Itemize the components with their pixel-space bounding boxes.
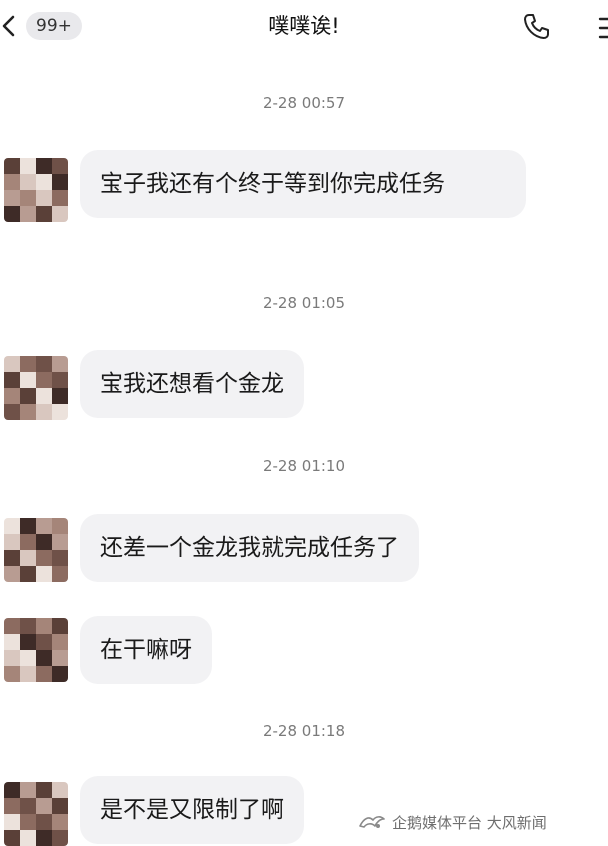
message-text: 还差一个金龙我就完成任务了: [100, 535, 399, 561]
menu-icon[interactable]: [595, 16, 608, 40]
message-bubble[interactable]: 是不是又限制了啊: [80, 776, 304, 844]
message-bubble[interactable]: 在干嘛呀: [80, 616, 212, 684]
message-bubble[interactable]: 宝子我还有个终于等到你完成任务: [80, 150, 526, 218]
timestamp: 2-28 01:18: [262, 722, 346, 740]
message-text: 是不是又限制了啊: [100, 797, 284, 823]
message-text: 宝我还想看个金龙: [100, 371, 284, 397]
message-text: 在干嘛呀: [100, 637, 192, 663]
avatar[interactable]: [4, 158, 68, 222]
timestamp: 2-28 01:10: [262, 457, 346, 475]
watermark-text: 企鹅媒体平台 大风新闻: [392, 813, 547, 832]
avatar[interactable]: [4, 782, 68, 846]
avatar[interactable]: [4, 356, 68, 420]
timestamp: 2-28 00:57: [262, 94, 346, 112]
avatar[interactable]: [4, 518, 68, 582]
avatar[interactable]: [4, 618, 68, 682]
phone-icon[interactable]: [521, 12, 551, 42]
timestamp: 2-28 01:05: [262, 294, 346, 312]
chat-header: 99+ 噗噗诶!: [0, 0, 608, 52]
message-bubble[interactable]: 还差一个金龙我就完成任务了: [80, 514, 419, 582]
message-list[interactable]: 2-28 00:57 宝子我还有个终于等到你完成任务 2-28 01:05 宝我…: [0, 52, 608, 846]
message-text: 宝子我还有个终于等到你完成任务: [100, 171, 445, 197]
chat-title: 噗噗诶!: [268, 14, 340, 38]
source-watermark: 企鹅媒体平台 大风新闻: [356, 808, 547, 836]
penguin-media-logo-icon: [359, 816, 385, 828]
message-bubble[interactable]: 宝我还想看个金龙: [80, 350, 304, 418]
